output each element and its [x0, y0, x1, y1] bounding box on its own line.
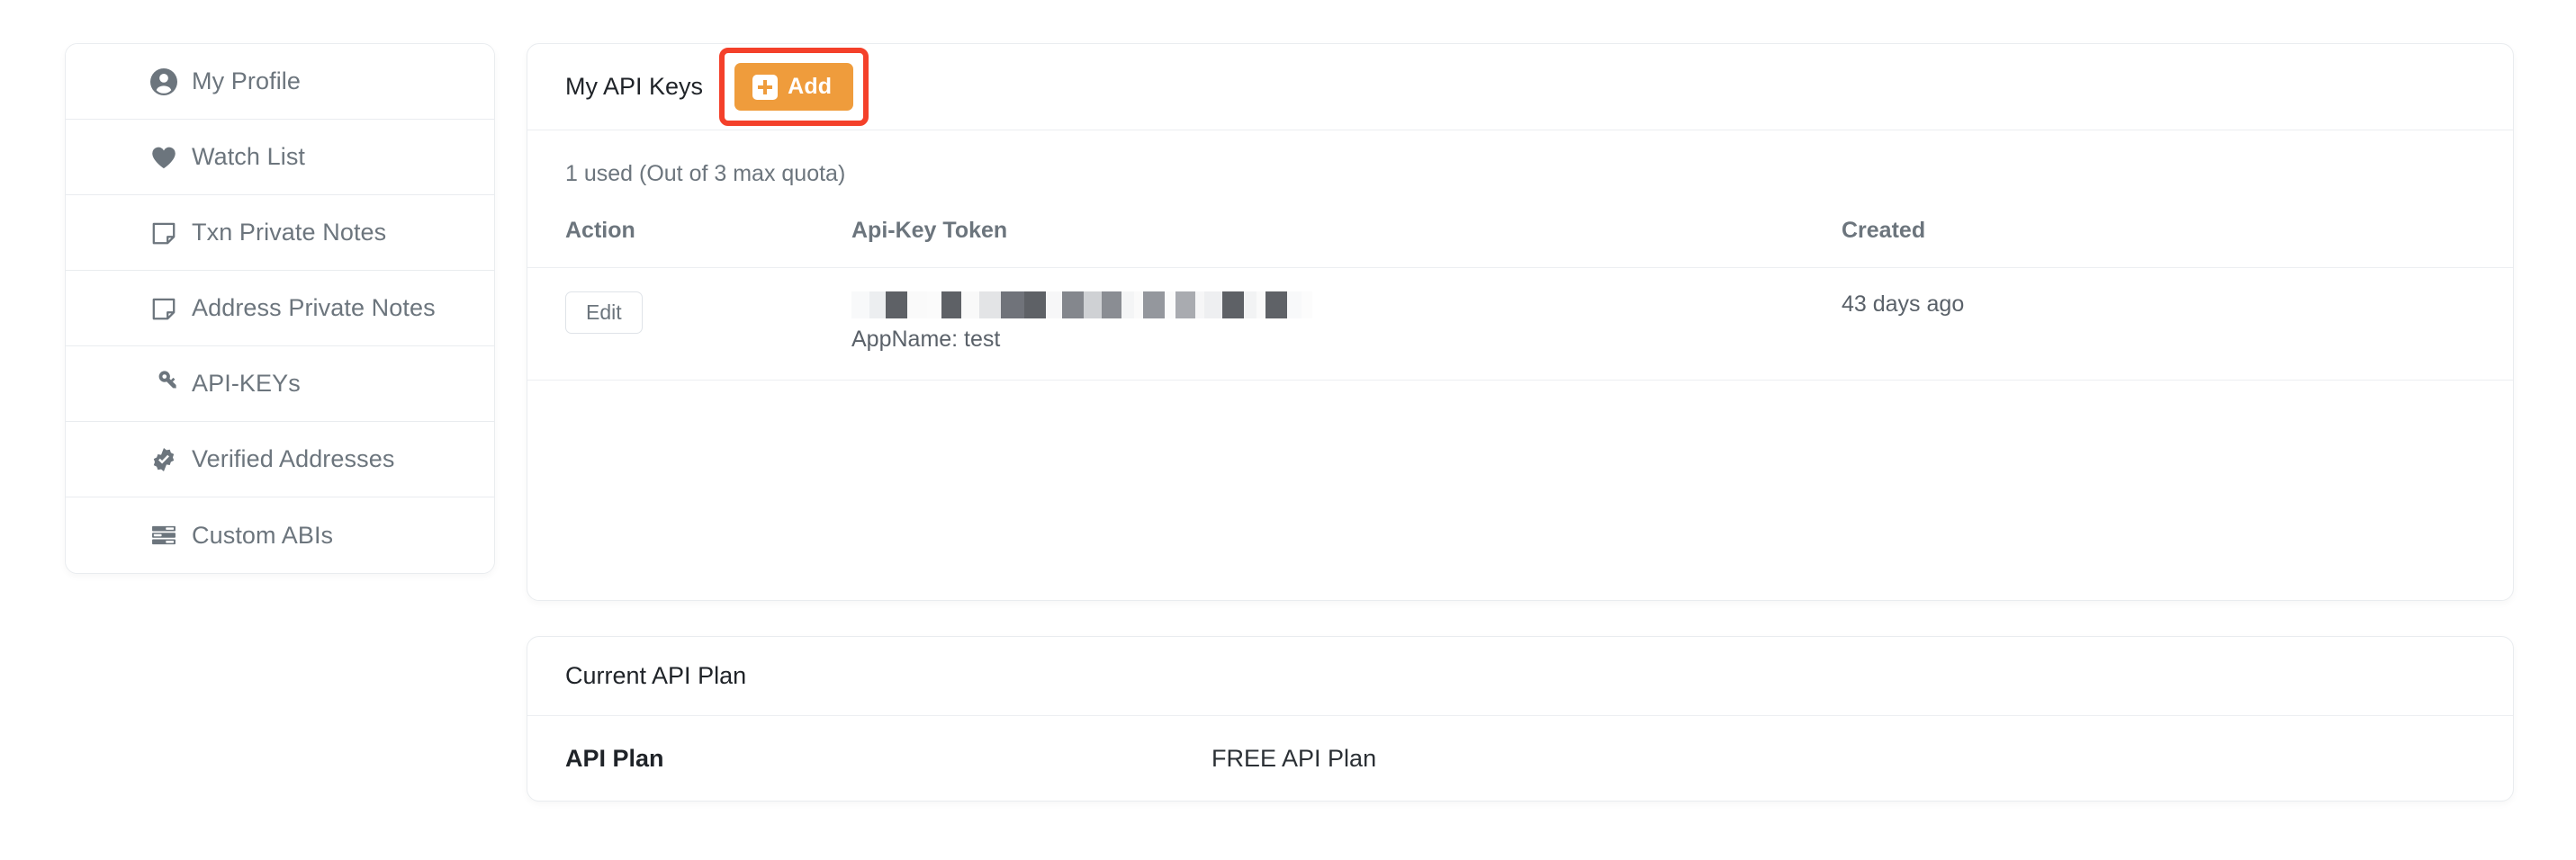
sidebar-item-watch-list[interactable]: Watch List [66, 120, 494, 195]
add-button-label: Add [788, 74, 833, 99]
sidebar-item-label: Watch List [192, 143, 306, 170]
plan-panel-header: Current API Plan [527, 637, 2513, 716]
app-name-label: AppName: test [851, 327, 1001, 352]
cell-api-key-token: AppName: test [851, 267, 1842, 381]
quota-status-text: 1 used (Out of 3 max quota) [565, 161, 846, 186]
add-api-key-button[interactable]: Add [734, 63, 854, 111]
table-header-row: Action Api-Key Token Created [527, 218, 2513, 268]
sidebar-item-label: Verified Addresses [192, 445, 395, 472]
account-sidebar: My Profile Watch List Txn Private Notes [65, 43, 495, 574]
plan-label: API Plan [565, 744, 664, 772]
cell-created: 43 days ago [1842, 267, 2513, 381]
sidebar-item-label: Custom ABIs [192, 521, 334, 549]
column-header-action: Action [527, 218, 851, 268]
panel-header: My API Keys Add [527, 44, 2513, 130]
sidebar-item-verified-addresses[interactable]: Verified Addresses [66, 422, 494, 497]
redacted-token-mosaic [851, 291, 1320, 318]
column-header-api-key-token: Api-Key Token [851, 218, 1842, 268]
current-api-plan-panel: Current API Plan API Plan FREE API Plan [527, 636, 2514, 802]
my-api-keys-panel: My API Keys Add 1 used (Out of 3 max quo… [527, 43, 2514, 601]
sidebar-item-label: Address Private Notes [192, 294, 436, 321]
list-lines-icon [149, 520, 179, 551]
heart-icon [149, 142, 179, 173]
sidebar-item-my-profile[interactable]: My Profile [66, 44, 494, 120]
note-icon [149, 218, 179, 248]
plus-square-icon [752, 74, 779, 100]
plan-value: FREE API Plan [1211, 744, 1377, 772]
plan-detail-row: API Plan FREE API Plan [527, 716, 2513, 801]
column-header-created: Created [1842, 218, 2513, 268]
verified-badge-icon [149, 444, 179, 475]
sidebar-item-label: Txn Private Notes [192, 219, 387, 246]
key-icon [149, 369, 179, 399]
sidebar-item-address-private-notes[interactable]: Address Private Notes [66, 271, 494, 346]
sidebar-item-label: My Profile [192, 67, 302, 94]
edit-api-key-button[interactable]: Edit [565, 291, 643, 334]
sidebar-item-custom-abis[interactable]: Custom ABIs [66, 497, 494, 573]
api-keys-table: Action Api-Key Token Created Edit AppNam… [527, 218, 2513, 381]
note-icon [149, 293, 179, 324]
sidebar-item-txn-private-notes[interactable]: Txn Private Notes [66, 195, 494, 271]
plan-panel-title: Current API Plan [565, 662, 747, 689]
add-button-highlight: Add [719, 48, 869, 126]
page-title: My API Keys [565, 73, 704, 100]
created-value: 43 days ago [1842, 291, 1965, 317]
cell-action: Edit [527, 267, 851, 381]
sidebar-item-api-keys[interactable]: API-KEYs [66, 346, 494, 422]
page-root: My Profile Watch List Txn Private Notes [0, 0, 2576, 860]
table-row: Edit AppName: test 43 days ago [527, 267, 2513, 381]
user-circle-icon [149, 67, 179, 97]
sidebar-item-label: API-KEYs [192, 370, 301, 397]
